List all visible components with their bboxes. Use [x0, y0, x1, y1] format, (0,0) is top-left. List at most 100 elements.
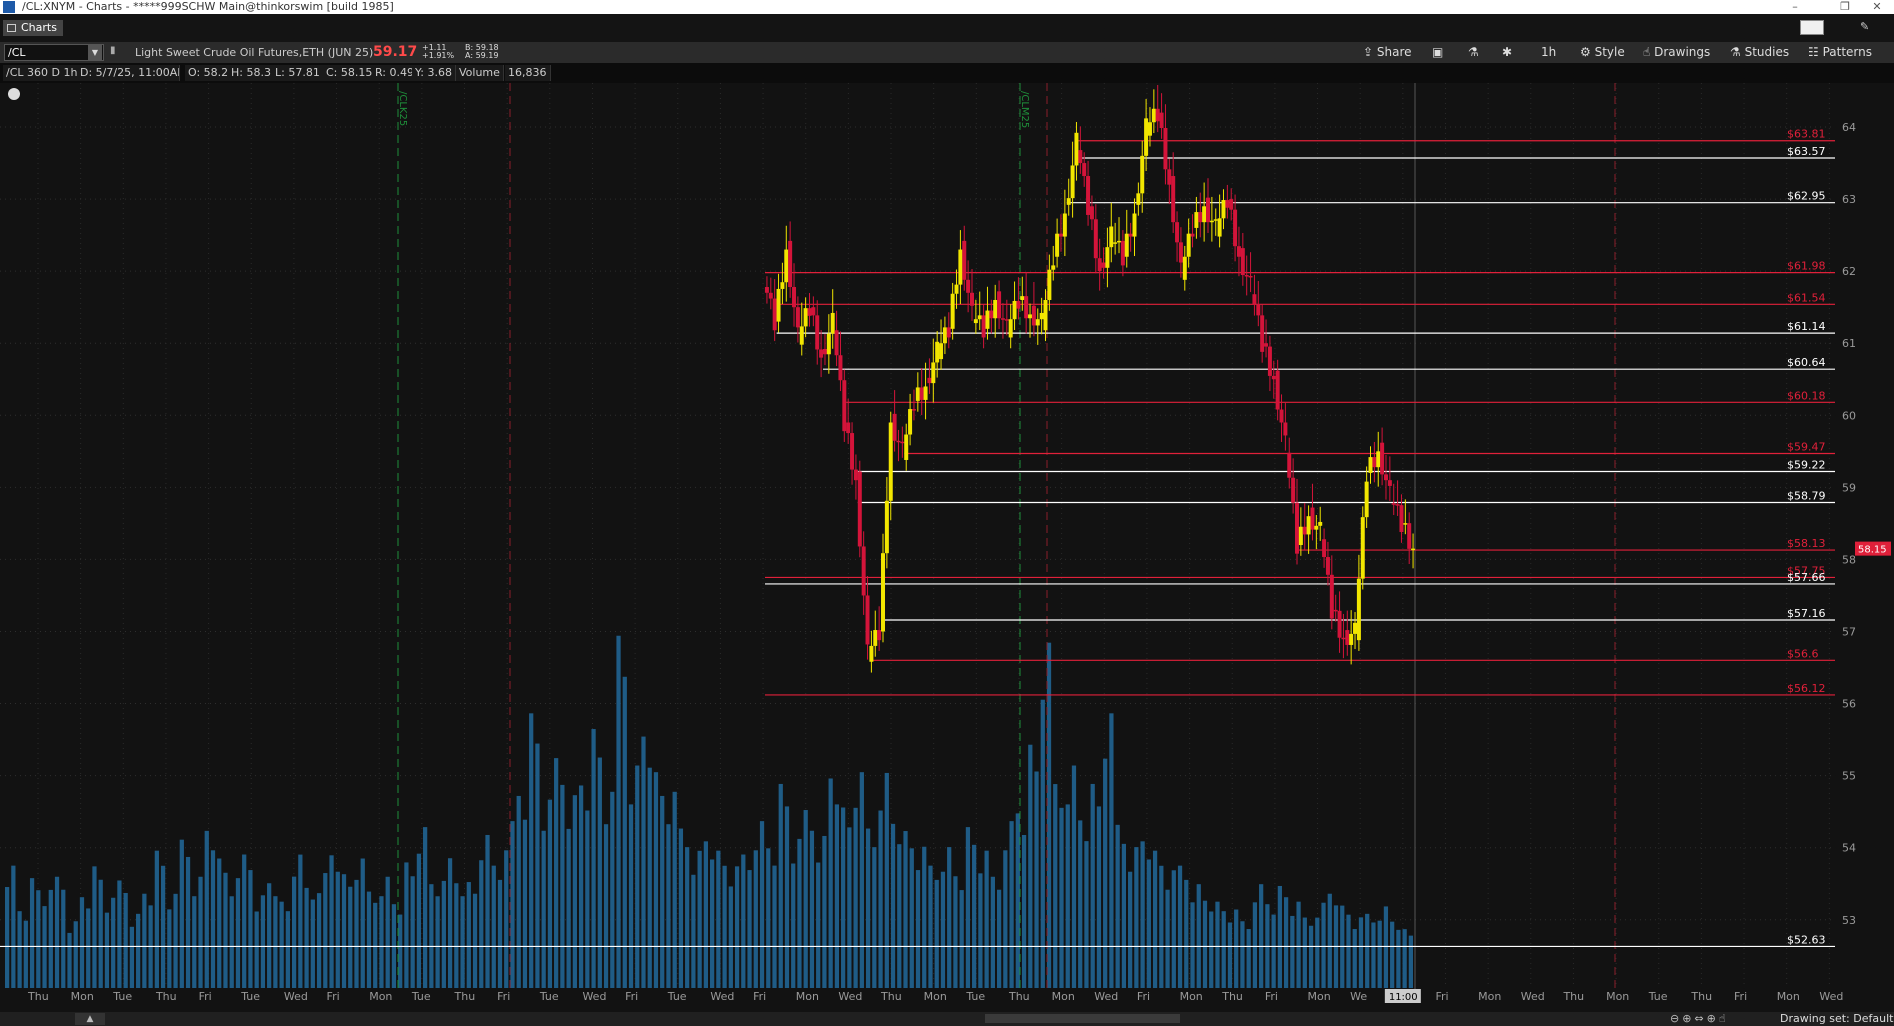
symbol-dropdown-icon[interactable]: ▼	[88, 45, 102, 60]
candle-body	[1267, 346, 1272, 376]
volume-bar	[173, 893, 178, 988]
volume-bar	[23, 920, 28, 988]
volume-bar	[348, 886, 353, 988]
share-button[interactable]: ⇪ Share	[1363, 42, 1412, 63]
volume-bar	[204, 830, 209, 988]
candle-body	[1202, 206, 1207, 223]
candle-body	[981, 315, 986, 338]
chart-area[interactable]: /CLK25/CLM25 $63.81 $63.57 $62.95 $61.98 $61.…	[0, 83, 1894, 1015]
volume-bar	[865, 828, 871, 988]
volume-bar	[809, 830, 815, 988]
candle-body	[1275, 370, 1280, 410]
candle-body	[1283, 422, 1288, 436]
patterns-button[interactable]: ☷ Patterns	[1808, 42, 1872, 63]
candle-body	[1194, 212, 1199, 228]
studies-button[interactable]: ⚗ Studies	[1730, 42, 1789, 63]
time-axis-label: Mon	[1478, 990, 1501, 1003]
candle-body	[1306, 516, 1311, 535]
price-chart-svg[interactable]: /CLK25/CLM25 $63.81 $63.57 $62.95 $61.98 $61.…	[0, 83, 1894, 1015]
volume-bar	[98, 879, 103, 988]
volume-bar	[791, 863, 796, 988]
candle-body	[1360, 517, 1365, 579]
volume-bar	[160, 865, 166, 988]
time-axis-label: Mon	[1052, 990, 1075, 1003]
candle-body	[911, 409, 916, 411]
hand-icon: ☝	[1643, 45, 1655, 59]
timeframe-button[interactable]: 1h	[1541, 42, 1556, 63]
collapse-button[interactable]: ▲	[75, 1013, 105, 1025]
cursor-date: D: 5/7/25, 11:00AM	[77, 65, 180, 81]
style-button[interactable]: ⚙ Style	[1580, 42, 1625, 63]
snapshot-icon[interactable]: ▣	[1432, 42, 1443, 63]
candle-body	[1252, 294, 1257, 305]
volume-bar	[940, 871, 946, 988]
restore-icon[interactable]: ❐	[1830, 0, 1860, 14]
price-level-label: $58.13	[1787, 537, 1826, 550]
last-price: 59.17	[373, 44, 418, 60]
candle-body	[888, 422, 893, 501]
volume-bar	[1115, 824, 1120, 988]
tab-bar: Charts ✎	[0, 14, 1894, 42]
time-axis-label: Tue	[112, 990, 132, 1003]
time-axis-label: Fri	[1265, 990, 1278, 1003]
candle-body	[1333, 609, 1338, 612]
volume-bar	[1402, 929, 1407, 988]
drawings-button[interactable]: ☝ Drawings	[1643, 42, 1710, 63]
layout-box-icon[interactable]	[1800, 20, 1824, 35]
volume-bar	[86, 908, 91, 988]
volume-bar	[660, 795, 665, 988]
price-axis-tick: 55	[1842, 770, 1856, 783]
candle-body	[1016, 300, 1021, 309]
time-axis-label: Mon	[71, 990, 94, 1003]
price-axis-tick: 60	[1842, 409, 1856, 422]
volume-bar	[1283, 897, 1289, 988]
volume-bar	[385, 876, 390, 988]
price-level-label: $60.18	[1787, 389, 1826, 402]
window-title: /CL:XNYM - Charts - *****999SCHW Main@th…	[22, 0, 394, 13]
volume-bar	[884, 772, 889, 988]
volume-bar	[1021, 835, 1027, 988]
candle-body	[1132, 213, 1137, 237]
candle-body	[811, 307, 816, 316]
price-axis-tick: 63	[1842, 193, 1856, 206]
candle-body	[1372, 457, 1377, 468]
candle-body	[1144, 118, 1149, 156]
volume-bar	[897, 844, 902, 988]
volume-bar	[79, 897, 85, 988]
candle-body	[908, 409, 913, 435]
time-axis-label: Wed	[582, 990, 606, 1003]
volume-bar	[1165, 889, 1170, 988]
minimize-icon[interactable]: –	[1780, 0, 1810, 14]
price-level-label: $63.57	[1787, 145, 1826, 158]
pin-icon[interactable]: ✎	[1860, 20, 1869, 33]
lock-icon[interactable]: ▮	[110, 45, 120, 59]
candle-body	[1159, 112, 1164, 128]
gear-icon[interactable]: ✱	[1502, 42, 1512, 63]
close-icon[interactable]: ✕	[1862, 0, 1892, 14]
volume-bar	[753, 850, 758, 988]
volume-bar	[597, 757, 602, 988]
candle-body	[830, 312, 835, 334]
volume-bar	[1215, 901, 1220, 988]
volume-bar	[1140, 841, 1145, 988]
volume-bar	[185, 856, 191, 988]
volume-bar	[117, 880, 122, 988]
candle-body	[764, 287, 769, 293]
volume-bar	[516, 795, 521, 988]
candle-body	[1039, 312, 1044, 320]
candle-body	[772, 298, 777, 331]
candle-body	[1078, 150, 1083, 164]
tab-charts[interactable]: Charts	[3, 20, 63, 36]
volume-bar	[1084, 841, 1089, 988]
volume-bar	[685, 847, 690, 988]
horizontal-scrollbar[interactable]	[985, 1014, 1180, 1023]
candle-body	[997, 291, 1002, 319]
volume-bar	[466, 882, 471, 988]
volume-bar	[797, 838, 802, 988]
volume-bar	[73, 921, 78, 988]
info-icon	[8, 88, 20, 100]
candle-body	[1082, 163, 1087, 177]
flask-icon[interactable]: ⚗	[1468, 42, 1479, 63]
candle-body	[869, 645, 874, 662]
zoom-controls[interactable]: ⊖⊕⇔⊕☝	[1670, 1012, 1729, 1026]
